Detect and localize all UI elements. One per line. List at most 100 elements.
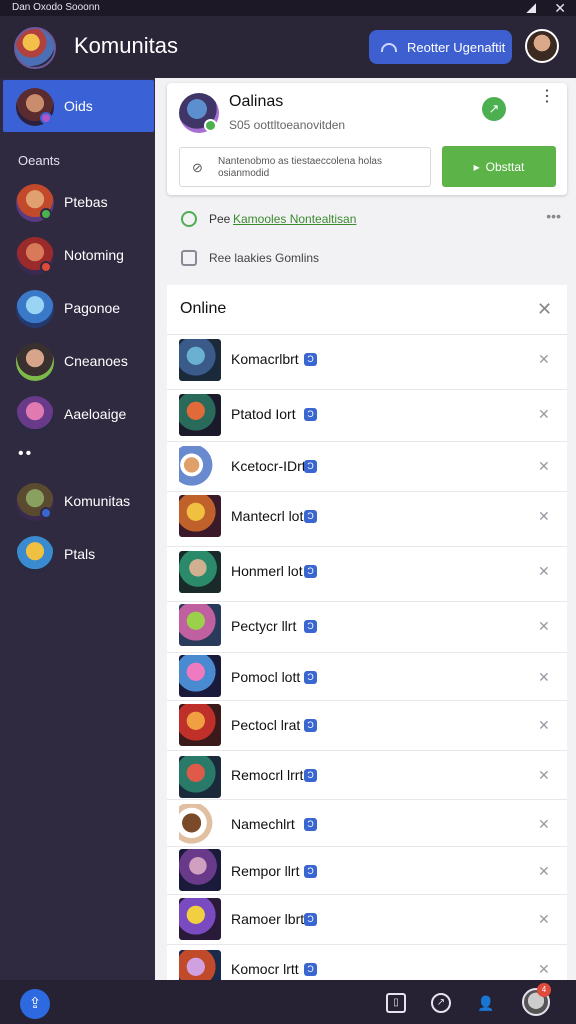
document-icon[interactable]: ▯: [386, 993, 406, 1013]
member-row[interactable]: Komocr lrtt Ɔ ✕: [167, 945, 567, 992]
avatar: [179, 655, 221, 697]
member-name: Rempor llrt: [231, 863, 300, 879]
remove-icon[interactable]: ✕: [538, 458, 550, 475]
remove-icon[interactable]: ✕: [538, 767, 550, 784]
member-row[interactable]: Ptatod Iort Ɔ ✕: [167, 390, 567, 442]
member-name: Kcetocr-IDrt: [231, 458, 306, 474]
status-ring-icon: [181, 211, 197, 227]
primary-action-label: Obsttat: [485, 159, 525, 174]
avatar: [179, 849, 221, 891]
member-row[interactable]: Honmerl lot Ɔ ✕: [167, 547, 567, 602]
member-row[interactable]: Pectycr llrt Ɔ ✕: [167, 602, 567, 653]
page-title: Komunitas: [74, 33, 178, 58]
community-card: Oalinas S05 oottltoeanovitden ↗ ⋮ ⊘ Nant…: [167, 83, 567, 195]
member-row[interactable]: Komacrlbrt Ɔ ✕: [167, 335, 567, 390]
remove-icon[interactable]: ✕: [538, 717, 550, 734]
remove-icon[interactable]: ✕: [538, 406, 550, 423]
status-title: Dan Oxodo Sooonn: [12, 2, 100, 13]
activity-link[interactable]: Kamooles Nontealtisan: [233, 212, 356, 226]
remove-icon[interactable]: ✕: [538, 961, 550, 978]
avatar: [179, 898, 221, 940]
sidebar-item-label: Aaeloaige: [64, 406, 127, 422]
verified-badge-icon: Ɔ: [304, 818, 317, 831]
message-field[interactable]: ⊘ Nantenobmo as tiestaeccolena holas osi…: [179, 147, 431, 187]
more-dots-icon[interactable]: •••: [546, 208, 561, 224]
close-icon[interactable]: ✕: [554, 0, 566, 16]
avatar: [179, 394, 221, 436]
card-title: Oalinas: [229, 93, 284, 110]
primary-action-button[interactable]: ▸ Obsttat: [442, 146, 556, 187]
sidebar-item[interactable]: Aaeloaige: [0, 388, 155, 440]
avatar: [179, 495, 221, 537]
member-name: Komacrlbrt: [231, 351, 299, 367]
more-menu-icon[interactable]: ⋮: [539, 89, 555, 105]
checkbox-icon[interactable]: [181, 250, 197, 266]
member-row[interactable]: Mantecrl lot Ɔ ✕: [167, 492, 567, 547]
people-icon[interactable]: 👤: [476, 993, 496, 1013]
remove-icon[interactable]: ✕: [538, 508, 550, 525]
activity-row: Pee Kamooles Nontealtisan •••: [181, 208, 561, 230]
remove-icon[interactable]: ✕: [538, 669, 550, 686]
online-panel: Online ✕ Komacrlbrt Ɔ ✕ Ptatod Iort Ɔ ✕ Kcetoc…: [167, 285, 567, 992]
remove-icon[interactable]: ✕: [538, 911, 550, 928]
avatar: [16, 290, 54, 328]
member-name: Ramoer lbrt: [231, 911, 305, 927]
verified-badge-icon: Ɔ: [304, 620, 317, 633]
member-row[interactable]: Remocrl lrrt Ɔ ✕: [167, 751, 567, 800]
sidebar-section-title: Oeants: [18, 153, 60, 168]
sidebar-item-label: Ptebas: [64, 194, 108, 210]
verified-badge-icon: Ɔ: [304, 408, 317, 421]
status-badge: [40, 507, 52, 519]
avatar: [16, 536, 54, 574]
sidebar-item[interactable]: Pagonoe: [0, 282, 155, 334]
remove-icon[interactable]: ✕: [538, 563, 550, 580]
sidebar-item[interactable]: Notoming: [0, 229, 155, 281]
activity-prefix: Pee: [209, 212, 231, 226]
message-field-text: Nantenobmo as tiestaeccolena holas osian…: [218, 156, 382, 179]
member-name: Remocrl lrrt: [231, 767, 304, 783]
edit-icon[interactable]: ↗: [482, 97, 506, 121]
remove-icon[interactable]: ✕: [538, 816, 550, 833]
header-action-button[interactable]: Reotter Ugenaftit: [369, 30, 512, 64]
sidebar-item[interactable]: Cneanoes: [0, 335, 155, 387]
sidebar-item[interactable]: Ptebas: [0, 176, 155, 228]
verified-badge-icon: Ɔ: [304, 565, 317, 578]
home-icon[interactable]: ⇪: [20, 989, 50, 1019]
sidebar: Oids Oeants Ptebas Notoming Pagonoe Cnea…: [0, 78, 155, 980]
member-row[interactable]: Pomocl lott Ɔ ✕: [167, 653, 567, 701]
member-row[interactable]: Pectocl lrat Ɔ ✕: [167, 701, 567, 751]
online-title: Online: [180, 300, 227, 317]
pin-icon: ⊘: [192, 160, 203, 175]
sidebar-item-label: Oids: [64, 98, 93, 114]
member-name: Namechlrt: [231, 816, 295, 832]
member-name: Pectocl lrat: [231, 717, 301, 733]
sidebar-item-label: Ptals: [64, 546, 96, 562]
bottom-nav: ⇪ ▯ ↗ 👤 4: [0, 980, 576, 1024]
sidebar-item[interactable]: Ptals: [0, 528, 155, 580]
avatar: [179, 446, 221, 488]
sidebar-item-oids[interactable]: Oids: [0, 80, 155, 132]
member-row[interactable]: Ramoer lbrt Ɔ ✕: [167, 895, 567, 945]
profile-avatar[interactable]: [525, 29, 559, 63]
member-name: Mantecrl lot: [231, 508, 304, 524]
verified-badge-icon: Ɔ: [304, 671, 317, 684]
close-icon[interactable]: ✕: [537, 299, 552, 320]
member-name: Komocr lrtt: [231, 961, 299, 977]
member-row[interactable]: Namechlrt Ɔ ✕: [167, 800, 567, 847]
member-row[interactable]: Kcetocr-IDrt Ɔ ✕: [167, 442, 567, 492]
compass-icon[interactable]: ↗: [431, 993, 451, 1013]
remove-icon[interactable]: ✕: [538, 618, 550, 635]
avatar: [179, 756, 221, 798]
activity-row[interactable]: Ree laakies Gomlins: [181, 247, 561, 269]
sidebar-item-label: Notoming: [64, 247, 124, 263]
member-row[interactable]: Rempor llrt Ɔ ✕: [167, 847, 567, 895]
remove-icon[interactable]: ✕: [538, 863, 550, 880]
verified-badge-icon: Ɔ: [304, 510, 317, 523]
play-icon: ▸: [473, 159, 480, 174]
sidebar-item-komunitas[interactable]: Komunitas: [0, 475, 155, 527]
remove-icon[interactable]: ✕: [538, 351, 550, 368]
avatar: [179, 551, 221, 593]
verified-badge-icon: Ɔ: [304, 769, 317, 782]
community-avatar[interactable]: [14, 27, 56, 69]
verified-badge-icon: Ɔ: [304, 865, 317, 878]
